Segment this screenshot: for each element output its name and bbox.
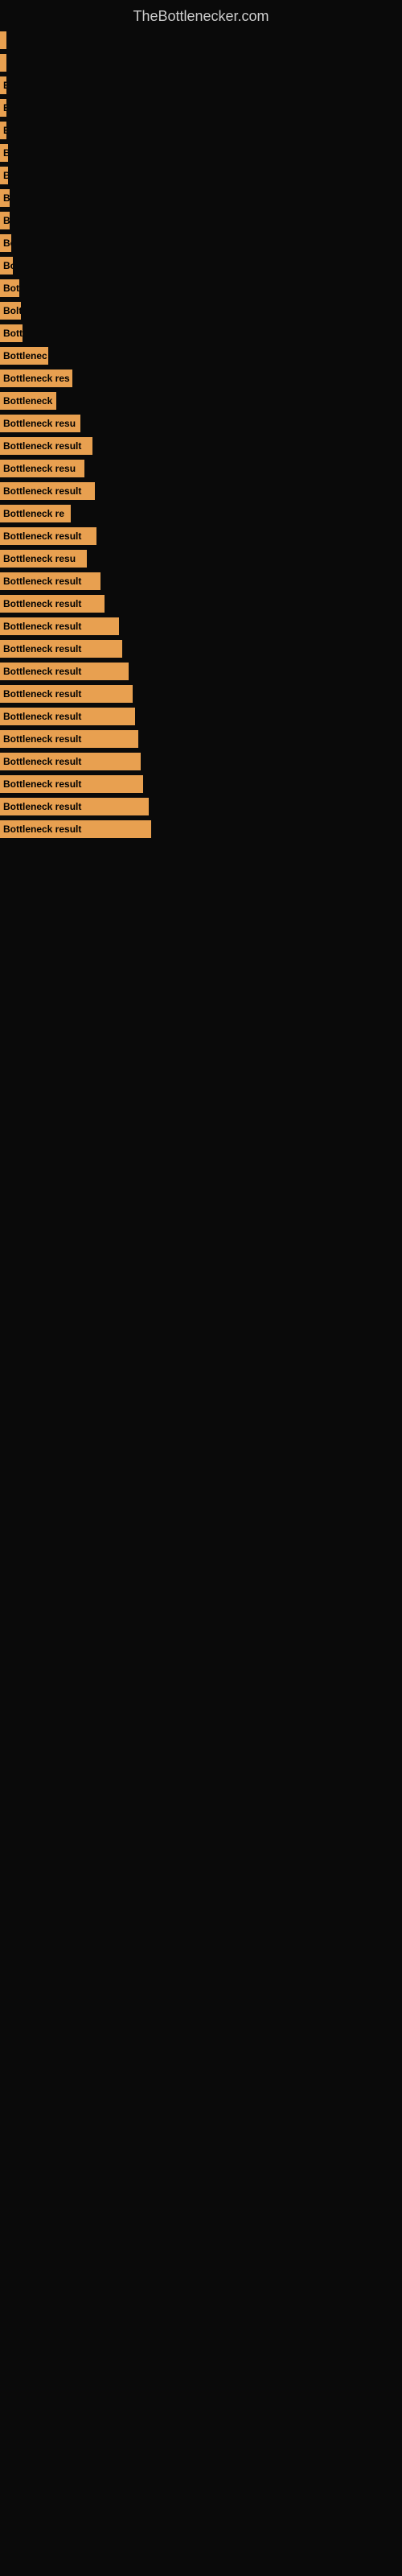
- bar-item: Bottleneck result: [0, 663, 129, 680]
- bar-row: Bottleneck resu: [0, 457, 402, 480]
- bar-item: Bottleneck result: [0, 640, 122, 658]
- bar-item: B: [0, 144, 8, 162]
- bar-row: Bottleneck result: [0, 525, 402, 547]
- bar-item: [0, 31, 6, 49]
- bar-item: Bottleneck resu: [0, 460, 84, 477]
- bar-item: Bolt: [0, 302, 21, 320]
- bar-row: Bottleneck result: [0, 773, 402, 795]
- bar-row: Bott: [0, 277, 402, 299]
- bar-row: Bottleneck result: [0, 592, 402, 615]
- bar-row: Bottleneck res: [0, 367, 402, 390]
- bar-row: B: [0, 187, 402, 209]
- bar-row: Bott: [0, 322, 402, 345]
- bar-item: E: [0, 99, 6, 117]
- bar-row: Bottleneck resu: [0, 412, 402, 435]
- bar-item: Bottleneck result: [0, 820, 151, 838]
- site-title: TheBottlenecker.com: [0, 0, 402, 29]
- bar-item: Bottleneck result: [0, 730, 138, 748]
- bar-row: Bottleneck: [0, 390, 402, 412]
- bar-item: E: [0, 76, 6, 94]
- bar-item: Bottleneck result: [0, 753, 141, 770]
- bar-row: B: [0, 164, 402, 187]
- bar-row: Bottleneck result: [0, 795, 402, 818]
- bar-row: Bolt: [0, 299, 402, 322]
- bar-row: Bottleneck resu: [0, 547, 402, 570]
- bar-item: B: [0, 212, 10, 229]
- bar-row: Bottleneck result: [0, 818, 402, 840]
- bar-item: Bottleneck result: [0, 798, 149, 815]
- bar-row: E: [0, 119, 402, 142]
- bar-row: [0, 52, 402, 74]
- bar-row: Bo: [0, 232, 402, 254]
- chart-container: EEEBBBBBoBoBottBoltBottBottlenecBottlene…: [0, 29, 402, 840]
- bar-row: Bottleneck result: [0, 638, 402, 660]
- bar-item: Bottleneck re: [0, 505, 71, 522]
- bar-row: B: [0, 209, 402, 232]
- bar-row: Bottleneck result: [0, 705, 402, 728]
- bar-item: Bottleneck resu: [0, 550, 87, 568]
- bar-item: Bott: [0, 324, 23, 342]
- bar-item: [0, 54, 6, 72]
- bar-item: Bo: [0, 257, 13, 275]
- bar-row: Bottleneck result: [0, 660, 402, 683]
- bar-row: [0, 29, 402, 52]
- bar-row: Bottleneck result: [0, 570, 402, 592]
- bar-item: Bottleneck result: [0, 775, 143, 793]
- bar-item: B: [0, 167, 8, 184]
- bar-row: E: [0, 97, 402, 119]
- bar-row: B: [0, 142, 402, 164]
- bar-item: Bottleneck result: [0, 595, 105, 613]
- bar-item: Bottleneck result: [0, 437, 92, 455]
- bar-item: Bottleneck resu: [0, 415, 80, 432]
- bar-row: Bottleneck result: [0, 728, 402, 750]
- bar-item: Bottleneck result: [0, 617, 119, 635]
- bar-row: Bottleneck result: [0, 683, 402, 705]
- bar-item: Bo: [0, 234, 11, 252]
- bar-row: Bottlenec: [0, 345, 402, 367]
- bar-item: Bottleneck res: [0, 369, 72, 387]
- bar-item: Bottleneck result: [0, 482, 95, 500]
- bar-row: Bottleneck re: [0, 502, 402, 525]
- bar-item: Bottleneck: [0, 392, 56, 410]
- bar-item: Bottlenec: [0, 347, 48, 365]
- bar-row: Bo: [0, 254, 402, 277]
- bar-row: Bottleneck result: [0, 615, 402, 638]
- bar-item: Bottleneck result: [0, 685, 133, 703]
- bar-item: Bottleneck result: [0, 527, 96, 545]
- bar-item: Bottleneck result: [0, 708, 135, 725]
- bar-item: Bott: [0, 279, 19, 297]
- bar-row: Bottleneck result: [0, 435, 402, 457]
- bar-row: Bottleneck result: [0, 480, 402, 502]
- bar-item: E: [0, 122, 6, 139]
- bar-item: B: [0, 189, 10, 207]
- bar-item: Bottleneck result: [0, 572, 100, 590]
- bar-row: E: [0, 74, 402, 97]
- bar-row: Bottleneck result: [0, 750, 402, 773]
